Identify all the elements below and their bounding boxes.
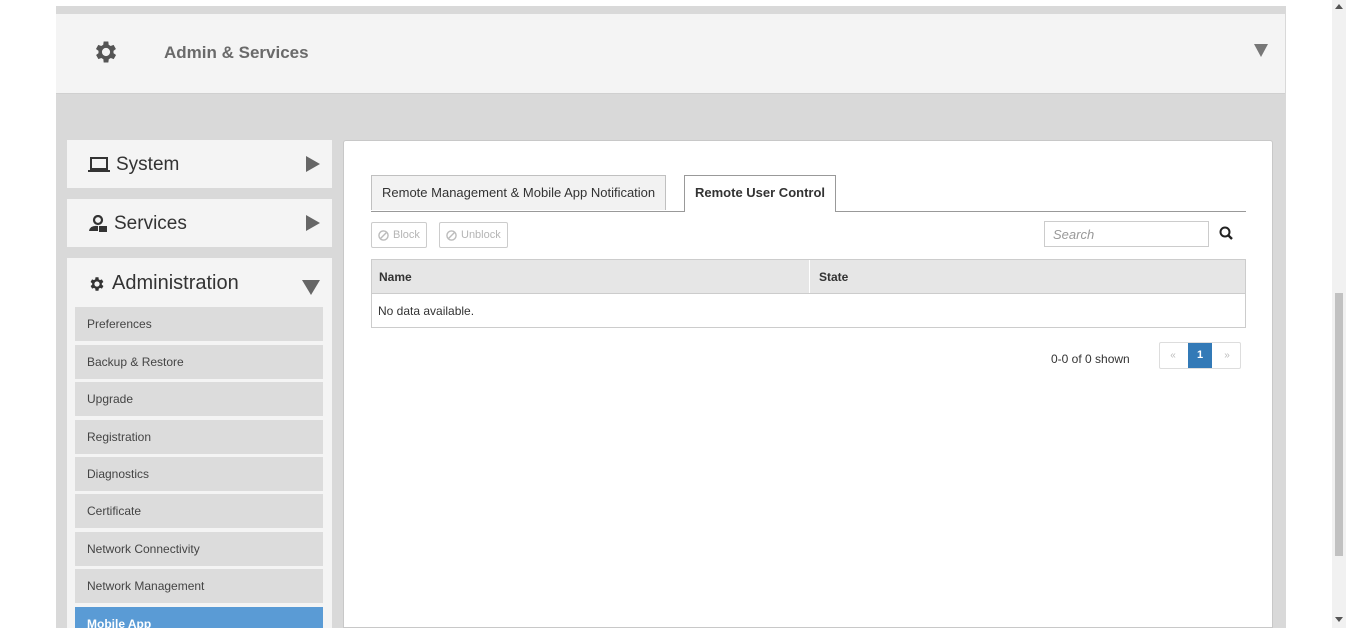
chevron-right-icon — [306, 156, 320, 172]
sidebar-item-registration[interactable]: Registration — [75, 420, 323, 454]
chevron-right-icon — [306, 215, 320, 231]
sidebar-item-label: System — [116, 154, 180, 175]
prev-page-button[interactable]: « — [1160, 343, 1186, 368]
collapse-caret-icon[interactable] — [1254, 44, 1268, 57]
unblock-label: Unblock — [461, 229, 501, 241]
gear-icon — [95, 41, 117, 63]
services-icon — [89, 215, 107, 232]
sidebar-item-mobile-app[interactable]: Mobile App — [75, 607, 323, 631]
sidebar-item-label: Administration — [112, 272, 239, 294]
gear-icon — [90, 276, 104, 291]
sidebar-item-certificate[interactable]: Certificate — [75, 494, 323, 528]
scroll-down-arrow-icon[interactable] — [1335, 617, 1343, 622]
tab-remote-management[interactable]: Remote Management & Mobile App Notificat… — [371, 175, 667, 210]
block-button[interactable]: Block — [371, 222, 427, 248]
block-label: Block — [393, 229, 420, 241]
table-row: No data available. — [372, 294, 1245, 327]
scroll-up-arrow-icon[interactable] — [1335, 4, 1343, 9]
empty-message: No data available. — [378, 304, 475, 318]
sidebar-item-services[interactable]: Services — [67, 199, 332, 247]
laptop-icon — [88, 157, 110, 172]
tab-bar: Remote Management & Mobile App Notificat… — [371, 175, 1246, 212]
section-header[interactable]: Admin & Services — [56, 14, 1285, 94]
sidebar-item-network-management[interactable]: Network Management — [75, 569, 323, 603]
next-page-button[interactable]: » — [1214, 343, 1240, 368]
unblock-button[interactable]: Unblock — [439, 222, 508, 248]
sidebar-item-upgrade[interactable]: Upgrade — [75, 382, 323, 416]
tab-remote-user-control[interactable]: Remote User Control — [684, 175, 837, 212]
column-divider — [809, 260, 810, 293]
page-1-button[interactable]: 1 — [1188, 343, 1212, 368]
search-input[interactable]: Search — [1044, 221, 1209, 247]
ban-icon — [378, 229, 389, 241]
sidebar-item-administration[interactable]: Administration — [67, 258, 332, 307]
table-header: Name State — [372, 260, 1245, 294]
chevron-down-icon — [302, 280, 320, 295]
main-content-card: Remote Management & Mobile App Notificat… — [343, 140, 1273, 628]
data-table: Name State No data available. — [371, 259, 1246, 328]
search-icon[interactable] — [1218, 225, 1236, 243]
sidebar-item-diagnostics[interactable]: Diagnostics — [75, 457, 323, 491]
sidebar-item-label: Services — [114, 213, 187, 234]
ban-icon — [446, 229, 457, 241]
pagination-summary: 0-0 of 0 shown — [1051, 352, 1130, 366]
pagination: « 1 » — [1159, 342, 1241, 369]
column-header-state[interactable]: State — [819, 270, 848, 284]
scrollbar-thumb[interactable] — [1335, 293, 1343, 556]
sidebar-item-preferences[interactable]: Preferences — [75, 307, 323, 341]
sidebar-item-network-connectivity[interactable]: Network Connectivity — [75, 532, 323, 566]
sidebar-item-backup-restore[interactable]: Backup & Restore — [75, 345, 323, 379]
section-title: Admin & Services — [164, 43, 309, 62]
vertical-scrollbar[interactable] — [1332, 0, 1346, 628]
sidebar-item-system[interactable]: System — [67, 140, 332, 188]
column-header-name[interactable]: Name — [379, 270, 412, 284]
